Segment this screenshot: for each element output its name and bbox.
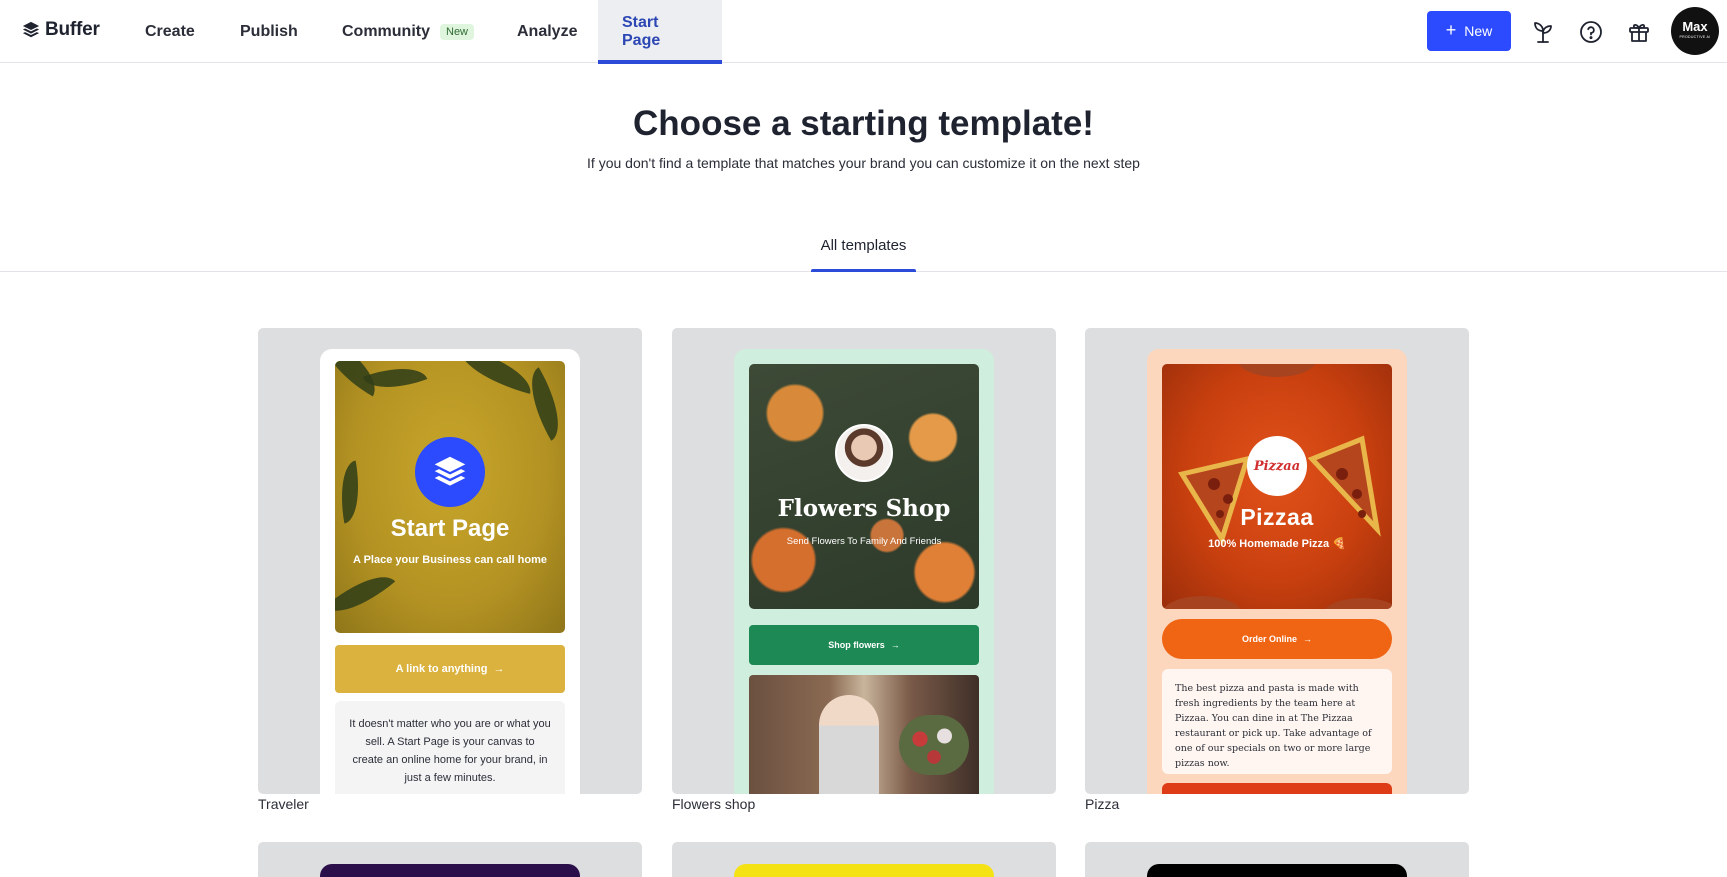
arrow-right-icon: → (890, 640, 900, 650)
template-label-flowers-shop: Flowers shop (672, 796, 756, 812)
nav-start-page-label: Start Page (622, 13, 661, 49)
template-label-traveler: Traveler (258, 796, 309, 812)
preview-image-strip (1162, 783, 1392, 794)
new-button[interactable]: + New (1427, 11, 1511, 51)
preview-title: Start Page (390, 515, 510, 542)
nav-community[interactable]: Community New (342, 0, 475, 63)
preview-title: Flowers Shop (777, 495, 951, 522)
pizzaa-logo: Pizzaa (1247, 436, 1307, 496)
template-preview-phone: Start Page A Place your Business can cal… (320, 349, 580, 794)
template-card-flowers-shop[interactable]: Flowers Shop Send Flowers To Family And … (672, 328, 1056, 794)
new-button-label: New (1464, 23, 1493, 39)
template-card-traveler[interactable]: Start Page A Place your Business can cal… (258, 328, 642, 794)
user-avatar[interactable]: Max PRODUCTIVE AI (1671, 7, 1719, 55)
preview-subtitle: A Place your Business can call home (352, 554, 547, 566)
tab-all-templates[interactable]: All templates (811, 237, 916, 272)
template-preview-phone: Pizzaa Pizzaa 100% Homemade Pizza 🍕 Orde… (1147, 349, 1407, 794)
new-badge: New (440, 23, 475, 40)
nav-analyze[interactable]: Analyze (517, 0, 577, 63)
leaf-decoration (335, 561, 396, 627)
florist-photo (749, 675, 979, 794)
preview-title: Pizzaa (1240, 504, 1314, 530)
preview-cta-button: A link to anything → (335, 645, 565, 693)
nav-start-page[interactable]: Start Page (598, 0, 722, 64)
template-card[interactable] (672, 842, 1056, 877)
plus-icon: + (1445, 20, 1457, 40)
nav-create-label: Create (145, 22, 195, 40)
bouquet-decoration (899, 715, 969, 775)
buffer-logo-icon (22, 21, 40, 38)
avatar-subtitle: PRODUCTIVE AI (1679, 34, 1711, 39)
leaf-decoration (452, 361, 538, 394)
buffer-logo-icon (415, 437, 485, 507)
preview-cta-button: Order Online → (1162, 619, 1392, 659)
gift-icon[interactable] (1626, 19, 1652, 45)
arrow-right-icon: → (1303, 634, 1312, 644)
florist-figure (819, 695, 879, 794)
template-card[interactable] (1085, 842, 1469, 877)
template-hero: Pizzaa Pizzaa 100% Homemade Pizza 🍕 (1162, 364, 1392, 609)
preview-cta-label: Order Online (1241, 634, 1297, 644)
logo-text: Buffer (45, 19, 100, 40)
nav-community-label: Community (342, 22, 430, 40)
profile-photo (835, 424, 893, 482)
preview-cta-label: A link to anything (395, 663, 488, 675)
tab-all-templates-label: All templates (820, 237, 907, 254)
preview-cta-label: Shop flowers (828, 640, 885, 650)
preview-text-block: The best pizza and pasta is made with fr… (1162, 669, 1392, 774)
top-navigation-bar: Buffer Create Publish Community New Anal… (0, 0, 1727, 64)
nav-create[interactable]: Create (145, 0, 195, 63)
arrow-right-icon: → (493, 663, 505, 675)
page-subtitle: If you don't find a template that matche… (587, 155, 1140, 171)
template-hero: Flowers Shop Send Flowers To Family And … (749, 364, 979, 609)
nav-publish[interactable]: Publish (240, 0, 298, 63)
template-card[interactable] (258, 842, 642, 877)
nav-analyze-label: Analyze (517, 22, 578, 40)
template-hero: Start Page A Place your Business can cal… (335, 361, 565, 633)
nav-publish-label: Publish (240, 22, 298, 40)
preview-text-block: It doesn't matter who you are or what yo… (335, 701, 565, 794)
page-title: Choose a starting template! (633, 104, 1094, 143)
preview-subtitle: 100% Homemade Pizza 🍕 (1208, 538, 1346, 550)
template-preview-phone (734, 864, 994, 877)
template-preview-phone (320, 864, 580, 877)
template-preview-phone (1147, 864, 1407, 877)
preview-cta-button: Shop flowers → (749, 625, 979, 665)
avatar-name: Max (1682, 18, 1708, 34)
buffer-logo[interactable]: Buffer (22, 18, 100, 42)
help-icon[interactable] (1578, 19, 1604, 45)
template-label-pizza: Pizza (1085, 796, 1120, 812)
preview-subtitle: Send Flowers To Family And Friends (786, 536, 942, 547)
template-card-pizza[interactable]: Pizzaa Pizzaa 100% Homemade Pizza 🍕 Orde… (1085, 328, 1469, 794)
sprout-icon[interactable] (1530, 19, 1556, 45)
template-preview-phone: Flowers Shop Send Flowers To Family And … (734, 349, 994, 794)
